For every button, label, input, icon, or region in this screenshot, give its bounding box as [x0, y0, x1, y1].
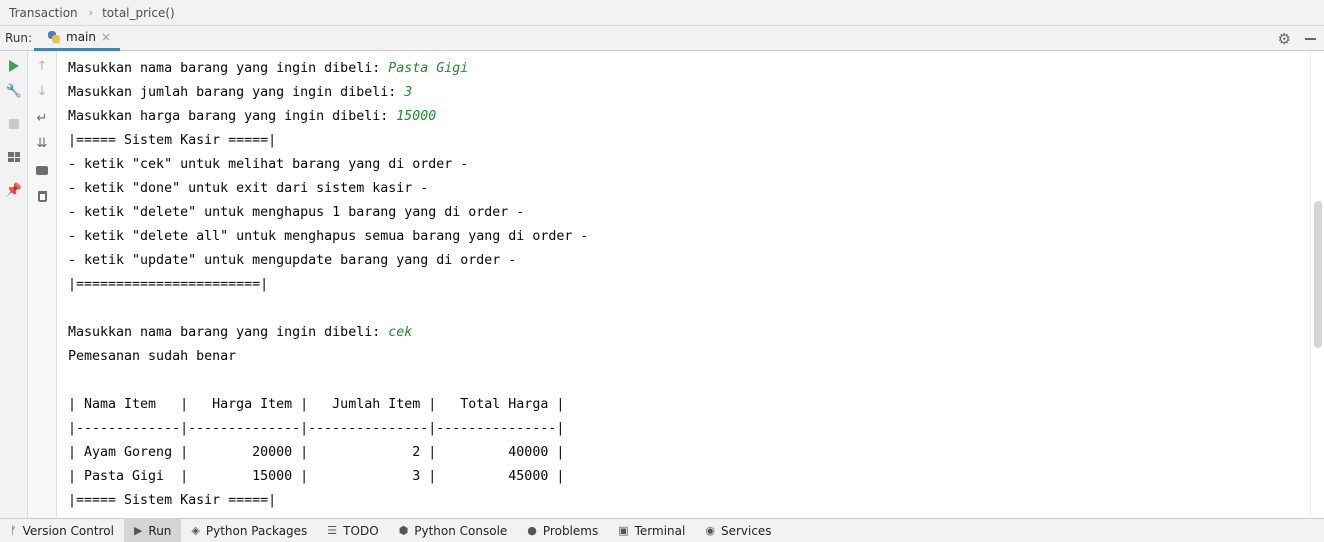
breadcrumb: Transaction › total_price() — [0, 0, 1324, 26]
console-line-text: |-------------|--------------|----------… — [68, 421, 565, 436]
console-line: |-------------|--------------|----------… — [68, 417, 564, 441]
console-line: Pemesanan sudah benar — [68, 345, 236, 369]
branch-icon: ᚠ — [10, 524, 17, 537]
console-line: - ketik "delete" untuk menghapus 1 baran… — [68, 201, 524, 225]
console-line-text: Masukkan nama barang yang ingin dibeli: — [68, 61, 389, 76]
tool-window-bar: ᚠ Version Control ▶ Run ◈ Python Packages ☰ TOD… — [0, 518, 1324, 542]
tool-tab-version-control[interactable]: ᚠ Version Control — [0, 519, 124, 542]
console-line-text: | Ayam Goreng | 20000 | 2 | 40000 | — [68, 445, 565, 460]
console-scrollbar[interactable] — [1310, 51, 1324, 518]
warning-icon: ● — [527, 524, 537, 537]
console-line: Masukkan nama barang yang ingin dibeli: … — [68, 57, 468, 81]
console-line-text: |=======================| — [68, 277, 269, 292]
console-line-text: - ketik "done" untuk exit dari sistem ka… — [68, 181, 429, 196]
close-icon[interactable]: × — [101, 30, 111, 44]
console-line: Masukkan harga barang yang ingin dibeli:… — [68, 105, 436, 129]
tool-tab-label: TODO — [343, 523, 379, 538]
services-icon: ◉ — [705, 524, 715, 537]
breadcrumb-item-function[interactable]: total_price() — [102, 6, 175, 20]
arrow-up-icon[interactable]: ↑ — [33, 57, 51, 75]
tool-tab-label: Python Packages — [205, 523, 308, 538]
console-line-text: |===== Sistem Kasir =====| — [68, 133, 277, 148]
console-line-text: Masukkan nama barang yang ingin dibeli: — [68, 325, 389, 340]
play-icon: ▶ — [133, 524, 143, 537]
console-line-text: - ketik "delete" untuk menghapus 1 baran… — [68, 205, 525, 220]
list-icon: ☰ — [327, 524, 338, 537]
tool-tab-label: Services — [720, 523, 772, 538]
run-label: Run: — [5, 31, 33, 45]
tool-tab-label: Terminal — [634, 523, 686, 538]
console-line: |===== Sistem Kasir =====| — [68, 129, 276, 153]
console-line: - ketik "cek" untuk melihat barang yang … — [68, 153, 468, 177]
rerun-icon[interactable] — [5, 57, 23, 75]
console-user-input: cek — [388, 325, 413, 340]
console-line: - ketik "update" untuk mengupdate barang… — [68, 249, 516, 273]
console-line: Masukkan nama barang yang ingin dibeli: … — [68, 321, 412, 345]
tool-tab-todo[interactable]: ☰ TODO — [317, 519, 388, 542]
terminal-icon: ▣ — [618, 524, 629, 537]
tool-tab-label: Run — [148, 523, 172, 538]
console-line: | Ayam Goreng | 20000 | 2 | 40000 | — [68, 441, 564, 465]
tool-tab-label: Problems — [542, 523, 599, 538]
tool-tab-problems[interactable]: ● Problems — [517, 519, 608, 542]
console-line-text: Pemesanan sudah benar — [68, 349, 237, 364]
wrench-icon[interactable]: 🔧 — [5, 82, 23, 100]
scroll-to-end-icon[interactable]: ⇊ — [33, 134, 51, 152]
run-window-actions: ⚙ — [1278, 26, 1316, 51]
tool-tab-run[interactable]: ▶ Run — [123, 518, 182, 542]
console-output[interactable]: Masukkan nama barang yang ingin dibeli: … — [58, 51, 1310, 518]
console-line-text: - ketik "cek" untuk melihat barang yang … — [68, 157, 469, 172]
console-line-text: | Pasta Gigi | 15000 | 3 | 45000 | — [68, 469, 565, 484]
console-line-text: - ketik "delete all" untuk menghapus sem… — [68, 229, 589, 244]
run-tab-main[interactable]: main × — [34, 26, 120, 51]
minimize-icon[interactable] — [1305, 37, 1316, 40]
tool-tab-python-console[interactable]: ⬢ Python Console — [389, 519, 518, 542]
run-actions-toolbar: 🔧 📌 — [0, 51, 28, 518]
run-toolbar: Run: main × ⚙ — [0, 26, 1324, 51]
run-tab-label: main — [66, 30, 96, 44]
python-icon — [47, 30, 61, 44]
trash-icon[interactable] — [33, 187, 51, 205]
gear-icon[interactable]: ⚙ — [1278, 30, 1291, 48]
tool-tab-services[interactable]: ◉ Services — [695, 519, 781, 542]
breadcrumb-item-file[interactable]: Transaction — [9, 6, 78, 20]
python-icon: ⬢ — [398, 524, 409, 537]
console-line: | Pasta Gigi | 15000 | 3 | 45000 | — [68, 465, 564, 489]
print-icon[interactable] — [33, 161, 51, 179]
console-line-text: Masukkan jumlah barang yang ingin dibeli… — [68, 85, 405, 100]
scrollbar-thumb[interactable] — [1314, 201, 1322, 348]
arrow-down-icon[interactable]: ↓ — [33, 82, 51, 100]
console-line-text: Masukkan harga barang yang ingin dibeli: — [68, 109, 397, 124]
console-line-text: |===== Sistem Kasir =====| — [68, 493, 277, 508]
pin-icon[interactable]: 📌 — [5, 181, 23, 199]
soft-wrap-icon[interactable]: ↵ — [33, 109, 51, 127]
breadcrumb-separator: › — [88, 6, 94, 19]
console-line: |===== Sistem Kasir =====| — [68, 489, 276, 513]
console-line: Masukkan jumlah barang yang ingin dibeli… — [68, 81, 412, 105]
tool-tab-terminal[interactable]: ▣ Terminal — [608, 519, 695, 542]
console-user-input: 3 — [404, 85, 413, 100]
console-line: - ketik "done" untuk exit dari sistem ka… — [68, 177, 428, 201]
layout-icon[interactable] — [5, 148, 23, 166]
console-line: - ketik "delete all" untuk menghapus sem… — [68, 225, 588, 249]
tool-tab-label: Python Console — [414, 523, 508, 538]
console-user-input: Pasta Gigi — [388, 61, 469, 76]
tool-tab-python-packages[interactable]: ◈ Python Packages — [181, 519, 317, 542]
console-line-text: - ketik "update" untuk mengupdate barang… — [68, 253, 517, 268]
tool-tab-label: Version Control — [22, 523, 114, 538]
layers-icon: ◈ — [191, 524, 200, 537]
stop-icon[interactable] — [5, 115, 23, 133]
console-line: | Nama Item | Harga Item | Jumlah Item |… — [68, 393, 564, 417]
console-actions-toolbar: ↑ ↓ ↵ ⇊ — [28, 51, 57, 518]
console-line-text: | Nama Item | Harga Item | Jumlah Item |… — [68, 397, 565, 412]
console-user-input: 15000 — [396, 109, 437, 124]
console-line: |=======================| — [68, 273, 268, 297]
